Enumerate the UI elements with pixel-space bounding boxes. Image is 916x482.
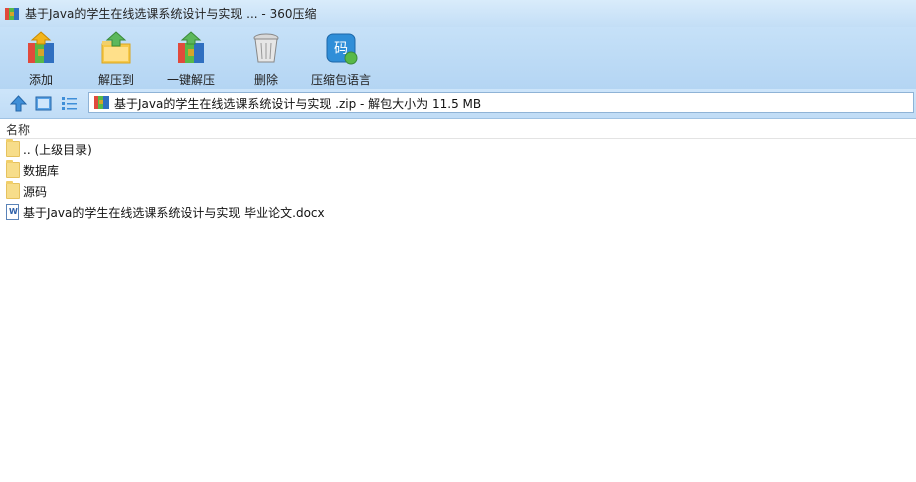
folder-icon xyxy=(6,139,20,157)
file-name: 基于Java的学生在线选课系统设计与实现 毕业论文.docx xyxy=(23,206,325,220)
up-arrow-icon[interactable] xyxy=(9,95,28,112)
window-title: 基于Java的学生在线选课系统设计与实现 ... - 360压缩 xyxy=(25,7,317,21)
folder-icon xyxy=(6,160,20,178)
one-click-extract-button[interactable]: 一键解压 xyxy=(161,29,221,87)
list-item-thesis-docx[interactable]: 基于Java的学生在线选课系统设计与实现 毕业论文.docx xyxy=(0,202,916,222)
add-button-label: 添加 xyxy=(28,73,53,87)
file-name: .. (上级目录) xyxy=(23,143,92,157)
toolbar: 添加 解压到 一键解压 删除 码 压缩包语言 xyxy=(0,27,916,89)
archive-icon xyxy=(4,6,20,22)
title-bar: 基于Java的学生在线选课系统设计与实现 ... - 360压缩 xyxy=(0,0,916,27)
add-button[interactable]: 添加 xyxy=(11,29,71,87)
trash-bin-icon xyxy=(249,31,283,65)
path-field[interactable]: 基于Java的学生在线选课系统设计与实现 .zip - 解包大小为 11.5 M… xyxy=(88,92,914,113)
folder-icon xyxy=(6,181,20,199)
path-text: 基于Java的学生在线选课系统设计与实现 .zip - 解包大小为 11.5 M… xyxy=(114,97,482,111)
column-header: 名称 xyxy=(0,119,916,139)
extract-to-button-label: 解压到 xyxy=(97,73,134,87)
detail-view-icon[interactable] xyxy=(35,95,52,112)
list-item-database-folder[interactable]: 数据库 xyxy=(0,160,916,180)
extract-to-folder-icon xyxy=(99,31,133,65)
file-name: 源码 xyxy=(23,185,48,199)
archive-language-icon: 码 xyxy=(324,31,358,65)
archive-language-button-label: 压缩包语言 xyxy=(310,73,371,87)
list-item-source-folder[interactable]: 源码 xyxy=(0,181,916,201)
name-column-header[interactable]: 名称 xyxy=(6,121,30,138)
svg-text:码: 码 xyxy=(334,41,348,57)
navigation-bar: 基于Java的学生在线选课系统设计与实现 .zip - 解包大小为 11.5 M… xyxy=(0,89,916,119)
list-view-icon[interactable] xyxy=(61,95,78,112)
one-click-extract-button-label: 一键解压 xyxy=(166,73,215,87)
zip-file-icon xyxy=(94,95,109,110)
extract-to-button[interactable]: 解压到 xyxy=(86,29,146,87)
file-name: 数据库 xyxy=(23,164,60,178)
one-click-extract-icon xyxy=(174,31,208,65)
delete-button-label: 删除 xyxy=(253,73,278,87)
delete-button[interactable]: 删除 xyxy=(236,29,296,87)
word-document-icon xyxy=(6,204,20,220)
list-item-parent-directory[interactable]: .. (上级目录) xyxy=(0,139,916,159)
add-archive-icon xyxy=(24,31,58,65)
archive-language-button[interactable]: 码 压缩包语言 xyxy=(311,29,371,87)
